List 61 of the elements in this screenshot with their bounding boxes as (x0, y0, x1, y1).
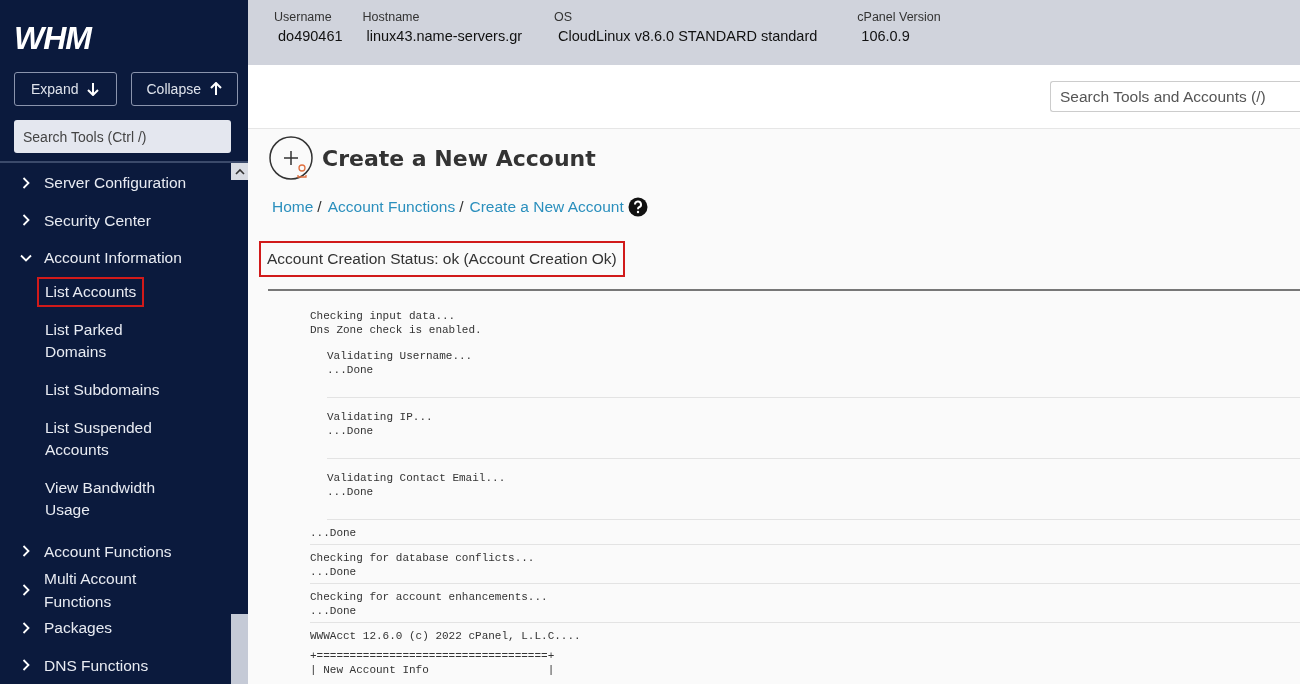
sidebar-button[interactable]: Collapse (131, 72, 238, 106)
log-line: ...Done (327, 363, 375, 377)
log-line: Validating IP... (327, 410, 434, 424)
log-line: +===================================+ (310, 649, 556, 663)
whm-logo: WHM (14, 20, 91, 56)
chevron-right-icon (20, 583, 32, 596)
log-line: Checking for database conflicts... (310, 551, 536, 565)
info-value: CloudLinux v8.6.0 STANDARD standard (557, 28, 818, 44)
nav-category[interactable]: Server Configuration (0, 164, 231, 202)
log-line: Checking for account enhancements... (310, 590, 549, 604)
help-icon[interactable] (627, 197, 648, 217)
up-arrow-icon (208, 82, 223, 96)
nav-category[interactable]: Packages (0, 609, 231, 647)
log-line: ...Done (310, 604, 358, 618)
chevron-right-icon (20, 659, 32, 672)
info-label: OS (554, 10, 574, 24)
log-line: ...Done (327, 424, 375, 438)
nav-category[interactable]: Multi Account Functions (0, 570, 231, 609)
info-value: linux43.name-servers.gr (365, 28, 523, 44)
scrollbar-thumb[interactable] (231, 614, 248, 684)
log-line: Validating Username... (327, 349, 474, 363)
chevron-right-icon (20, 545, 32, 558)
chevron-right-icon (20, 214, 32, 227)
log-line: Validating Contact Email... (327, 471, 507, 485)
nav-link[interactable]: List Suspended Accounts (37, 412, 193, 465)
nav-category[interactable]: Account Information (0, 239, 231, 277)
search-field[interactable]: Search Tools and Accounts (/) (1050, 81, 1300, 112)
info-label: Hostname (362, 10, 421, 24)
nav-link[interactable]: List Subdomains (37, 374, 193, 405)
log-line: ...Done (310, 526, 358, 540)
breadcrumb-separator: / (317, 198, 322, 216)
nav-link[interactable]: List Accounts (37, 276, 145, 307)
info-value: 106.0.9 (860, 28, 911, 44)
info-label: cPanel Version (857, 10, 941, 24)
scroll-up-icon[interactable] (231, 163, 248, 180)
log-line: ...Done (310, 565, 358, 579)
chevron-right-icon (20, 176, 32, 189)
info-value: do490461 (277, 28, 343, 44)
scrollbar[interactable] (231, 163, 248, 684)
nav-category[interactable]: Security Center (0, 201, 231, 239)
nav-link[interactable]: List Parked Domains (37, 314, 193, 367)
nav-category[interactable]: Account Functions (0, 532, 231, 570)
sidebar-button[interactable]: Expand (14, 72, 118, 106)
chevron-right-icon (20, 621, 32, 634)
nav-category[interactable]: DNS Functions (0, 646, 231, 684)
add-user-icon (268, 135, 314, 181)
page-title: Create a New Account (322, 145, 596, 171)
nav-link[interactable]: View Bandwidth Usage (37, 472, 193, 525)
search-field[interactable]: Search Tools (Ctrl /) (14, 120, 231, 153)
breadcrumb-link[interactable]: Create a New Account (469, 198, 624, 216)
log-line: ...Done (327, 485, 375, 499)
info-label: Username (274, 10, 333, 24)
down-arrow-icon (86, 82, 101, 96)
log-line: Checking input data... (310, 309, 457, 323)
log-line: WWWAcct 12.6.0 (c) 2022 cPanel, L.L.C.... (310, 629, 582, 643)
log-line: Dns Zone check is enabled. (310, 323, 483, 337)
breadcrumb-separator: / (459, 198, 464, 216)
log-line: | New Account Info | (310, 663, 556, 677)
status-message: Account Creation Status: ok (Account Creation Ok) (259, 241, 625, 277)
breadcrumb-link[interactable]: Home (272, 198, 314, 216)
breadcrumb-link[interactable]: Account Functions (327, 198, 456, 216)
